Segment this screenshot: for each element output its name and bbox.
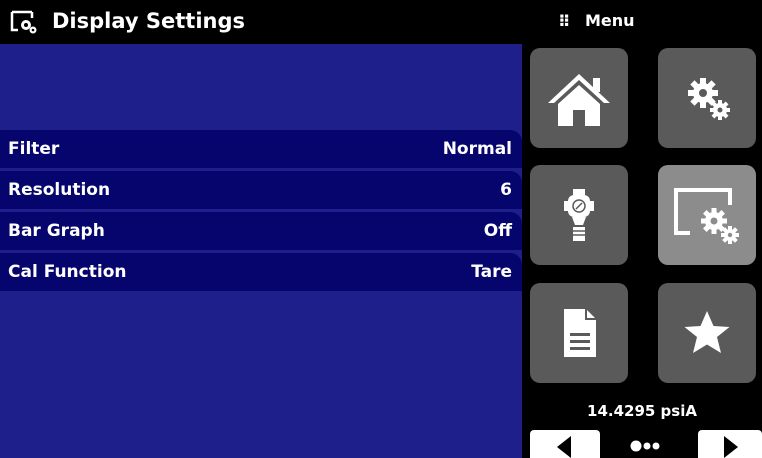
page-dot-active [630, 440, 642, 452]
setting-row-cal-function[interactable]: Cal Function Tare [0, 253, 522, 291]
setting-label: Resolution [8, 180, 111, 200]
display-settings-tile-button[interactable] [658, 165, 756, 265]
setting-label: Cal Function [8, 262, 127, 282]
setting-value: Normal [442, 139, 512, 159]
home-tile-button[interactable] [530, 48, 628, 148]
setting-value: Off [483, 221, 512, 241]
gears-icon [688, 78, 730, 120]
home-icon [548, 74, 610, 126]
page-indicator [622, 436, 672, 452]
menu-grip-icon[interactable]: ⠿ [558, 12, 570, 32]
arrow-right-icon [724, 436, 738, 458]
next-page-button[interactable] [698, 430, 762, 458]
page-title: Display Settings [52, 9, 246, 33]
setting-label: Filter [8, 139, 60, 159]
document-icon [564, 309, 596, 357]
arrow-left-icon [557, 436, 571, 458]
settings-tile-button[interactable] [658, 48, 756, 148]
display-settings-icon [10, 10, 38, 34]
pressure-readout: 14.4295 psiA [587, 402, 697, 420]
setting-row-bar-graph[interactable]: Bar Graph Off [0, 212, 522, 250]
setting-value: Tare [471, 262, 512, 282]
previous-page-button[interactable] [530, 430, 600, 458]
setting-row-resolution[interactable]: Resolution 6 [0, 171, 522, 209]
sensor-tile-button[interactable] [530, 165, 628, 265]
page-dot [643, 442, 651, 450]
pressure-sensor-icon [564, 189, 594, 241]
menu-label[interactable]: Menu [585, 11, 635, 31]
favorites-tile-button[interactable] [658, 283, 756, 383]
document-tile-button[interactable] [530, 283, 628, 383]
display-settings-icon [674, 188, 739, 244]
page-dot [652, 442, 660, 450]
settings-panel [0, 44, 522, 458]
setting-label: Bar Graph [8, 221, 105, 241]
setting-value: 6 [500, 180, 512, 200]
star-icon [684, 311, 730, 353]
setting-row-filter[interactable]: Filter Normal [0, 130, 522, 168]
